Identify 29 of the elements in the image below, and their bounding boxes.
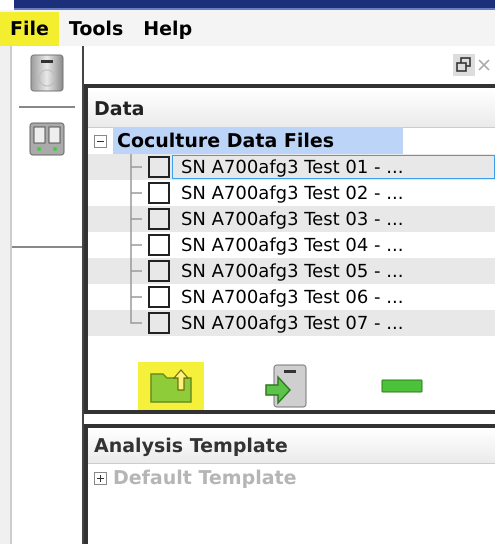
tree-item[interactable]: SN A700afg3 Test 06 - ...: [172, 285, 495, 309]
checkbox[interactable]: [148, 260, 170, 282]
tree-item[interactable]: SN A700afg3 Test 04 - ...: [172, 233, 495, 257]
open-folder-button[interactable]: [138, 362, 204, 410]
drive-arrow-icon: [264, 363, 310, 409]
checkbox[interactable]: [148, 208, 170, 230]
checkbox[interactable]: [148, 312, 170, 334]
restore-icon[interactable]: [453, 54, 475, 76]
checkbox[interactable]: [148, 234, 170, 256]
menu-item[interactable]: Help: [133, 12, 202, 46]
tree-connector: [130, 180, 142, 206]
tree-item[interactable]: SN A700afg3 Test 02 - ...: [172, 181, 495, 205]
collapse-icon[interactable]: [94, 134, 107, 148]
checkbox[interactable]: [148, 182, 170, 204]
menu-item[interactable]: Tools: [58, 12, 134, 46]
tree-connector: [130, 154, 142, 180]
tree-connector: [130, 232, 142, 258]
switch-panel-icon[interactable]: [29, 122, 65, 156]
tree-connector: [130, 258, 142, 284]
checkbox[interactable]: [148, 286, 170, 308]
tree-connector: [130, 206, 142, 232]
panel-title: Data: [94, 96, 144, 122]
checkbox[interactable]: [148, 156, 170, 178]
panel-title: Analysis Template: [94, 434, 288, 458]
menu-item[interactable]: File: [0, 12, 59, 46]
tree-node[interactable]: Coculture Data Files: [113, 126, 403, 156]
tree-item[interactable]: SN A700afg3 Test 01 - ...: [172, 155, 495, 179]
drive-icon: [30, 54, 64, 92]
minus-icon: [381, 379, 423, 393]
